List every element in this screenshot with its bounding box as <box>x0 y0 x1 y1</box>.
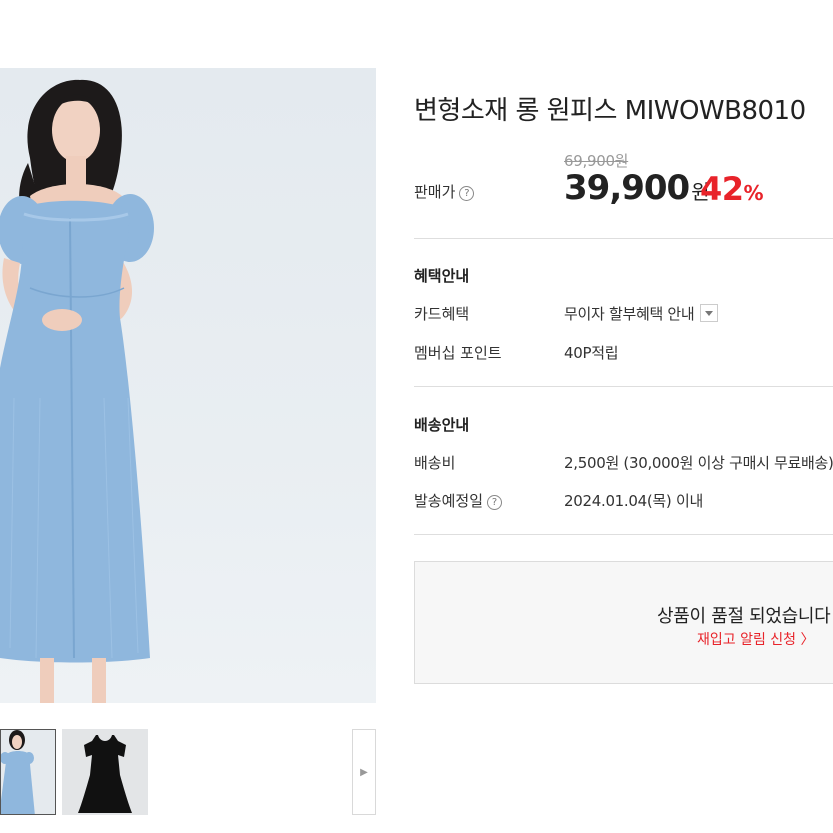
membership-point-label: 멤버십 포인트 <box>414 344 502 362</box>
price-label: 판매가 <box>414 183 456 201</box>
model-illustration <box>0 79 154 703</box>
product-title: 변형소재 롱 원피스 MIWOWB8010 <box>414 96 806 126</box>
sale-price-amount: 39,900 <box>564 168 690 208</box>
discount-rate: 42% <box>700 170 764 208</box>
divider <box>414 534 833 535</box>
thumbnail-image <box>1 730 35 814</box>
divider <box>414 238 833 239</box>
soldout-message: 상품이 품절 되었습니다 <box>657 606 831 627</box>
sale-price: 39,900 원 <box>564 168 710 208</box>
discount-value: 42 <box>700 170 744 208</box>
benefits-title: 혜택안내 <box>414 267 470 285</box>
thumbnail-black-dress[interactable] <box>62 729 148 815</box>
card-benefit-dropdown-button[interactable] <box>700 304 719 322</box>
ship-date-help-icon[interactable]: ? <box>487 495 503 510</box>
chevron-right-icon: ▶ <box>360 766 368 778</box>
soldout-box: 상품이 품절 되었습니다 재입고 알림 신청 〉 <box>414 561 833 684</box>
restock-alert-link[interactable]: 재입고 알림 신청 〉 <box>697 629 815 649</box>
main-product-image <box>0 68 376 703</box>
ship-date-label-row: 발송예정일? <box>414 490 503 511</box>
thumbnail-next-button[interactable]: ▶ <box>352 729 376 815</box>
card-benefit-value: 무이자 할부혜택 안내 <box>564 305 695 323</box>
ship-date-value: 2024.01.04(목) 이내 <box>564 492 703 510</box>
card-benefit-value-row: 무이자 할부혜택 안내 <box>564 303 719 324</box>
discount-unit: % <box>743 181 764 205</box>
product-info: 변형소재 롱 원피스 MIWOWB8010 판매가? 69,900원 39,90… <box>414 0 833 833</box>
membership-point-value: 40P적립 <box>564 344 619 362</box>
card-benefit-label: 카드혜택 <box>414 305 470 323</box>
divider <box>414 386 833 387</box>
thumbnail-image <box>78 735 132 813</box>
shipping-fee-value: 2,500원 (30,000원 이상 구매시 무료배송) <box>564 454 833 472</box>
thumbnail-model-blue-dress[interactable] <box>0 729 56 815</box>
shipping-title: 배송안내 <box>414 416 470 434</box>
price-help-icon[interactable]: ? <box>459 186 475 201</box>
price-label-row: 판매가? <box>414 181 475 202</box>
ship-date-label: 발송예정일 <box>414 492 484 510</box>
shipping-fee-label: 배송비 <box>414 454 456 472</box>
